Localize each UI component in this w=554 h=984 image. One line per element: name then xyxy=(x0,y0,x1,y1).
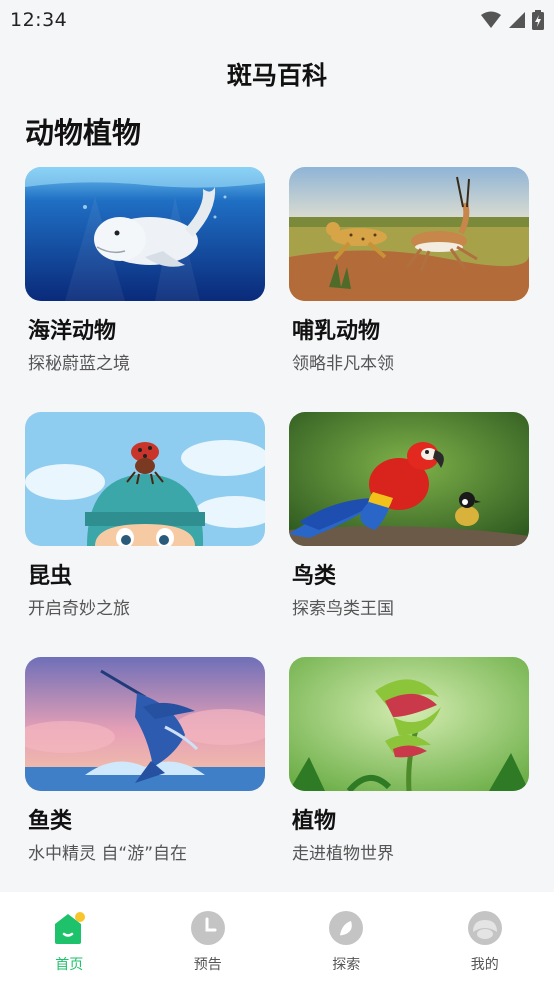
category-card-ocean-animals[interactable]: 海洋动物 探秘蔚蓝之境 xyxy=(25,167,265,377)
card-title: 海洋动物 xyxy=(28,319,117,344)
nav-label: 探索 xyxy=(332,957,361,973)
marlin-image xyxy=(25,657,265,791)
battery-icon xyxy=(532,10,544,30)
nav-label: 预告 xyxy=(193,957,222,973)
status-icons xyxy=(480,10,544,30)
card-subtitle: 领略非凡本领 xyxy=(292,354,394,374)
status-time: 12:34 xyxy=(10,9,68,31)
section-title: 动物植物 xyxy=(25,116,142,150)
card-subtitle: 探秘蔚蓝之境 xyxy=(28,354,130,374)
beluga-whale-image xyxy=(25,167,265,301)
category-card-mammals[interactable]: 哺乳动物 领略非凡本领 xyxy=(289,167,529,377)
category-card-plants[interactable]: 植物 走进植物世界 xyxy=(289,657,529,867)
signal-icon xyxy=(509,12,525,28)
ladybug-boy-image xyxy=(25,412,265,546)
card-title: 鸟类 xyxy=(292,564,337,589)
category-card-insects[interactable]: 昆虫 开启奇妙之旅 xyxy=(25,412,265,622)
card-title: 昆虫 xyxy=(28,564,73,589)
wifi-icon xyxy=(481,11,501,28)
card-subtitle: 开启奇妙之旅 xyxy=(28,599,130,619)
nav-item-preview[interactable]: 预告 xyxy=(163,910,253,974)
clock-icon xyxy=(190,911,225,945)
card-title: 哺乳动物 xyxy=(292,319,381,344)
profile-icon xyxy=(467,911,502,945)
card-subtitle: 走进植物世界 xyxy=(292,844,394,864)
status-bar: 12:34 xyxy=(0,0,554,40)
category-card-fish[interactable]: 鱼类 水中精灵 自“游”自在 xyxy=(25,657,265,867)
card-title: 植物 xyxy=(292,809,337,834)
nav-item-home[interactable]: 首页 xyxy=(24,910,114,974)
nav-item-explore[interactable]: 探索 xyxy=(301,910,391,974)
nav-label: 首页 xyxy=(55,957,84,973)
card-subtitle: 水中精灵 自“游”自在 xyxy=(28,844,188,864)
nav-label: 我的 xyxy=(470,957,499,973)
venus-flytrap-image xyxy=(289,657,529,791)
nav-item-profile[interactable]: 我的 xyxy=(440,910,530,974)
home-icon xyxy=(55,912,86,944)
cheetah-gazelle-image xyxy=(289,167,529,301)
card-subtitle: 探索鸟类王国 xyxy=(292,599,394,619)
macaw-image xyxy=(289,412,529,546)
page-title: 斑马百科 xyxy=(226,61,327,90)
compass-icon xyxy=(329,911,364,945)
bottom-nav: 首页 预告 探索 我的 xyxy=(0,892,554,984)
category-card-birds[interactable]: 鸟类 探索鸟类王国 xyxy=(289,412,529,622)
card-title: 鱼类 xyxy=(28,809,73,834)
